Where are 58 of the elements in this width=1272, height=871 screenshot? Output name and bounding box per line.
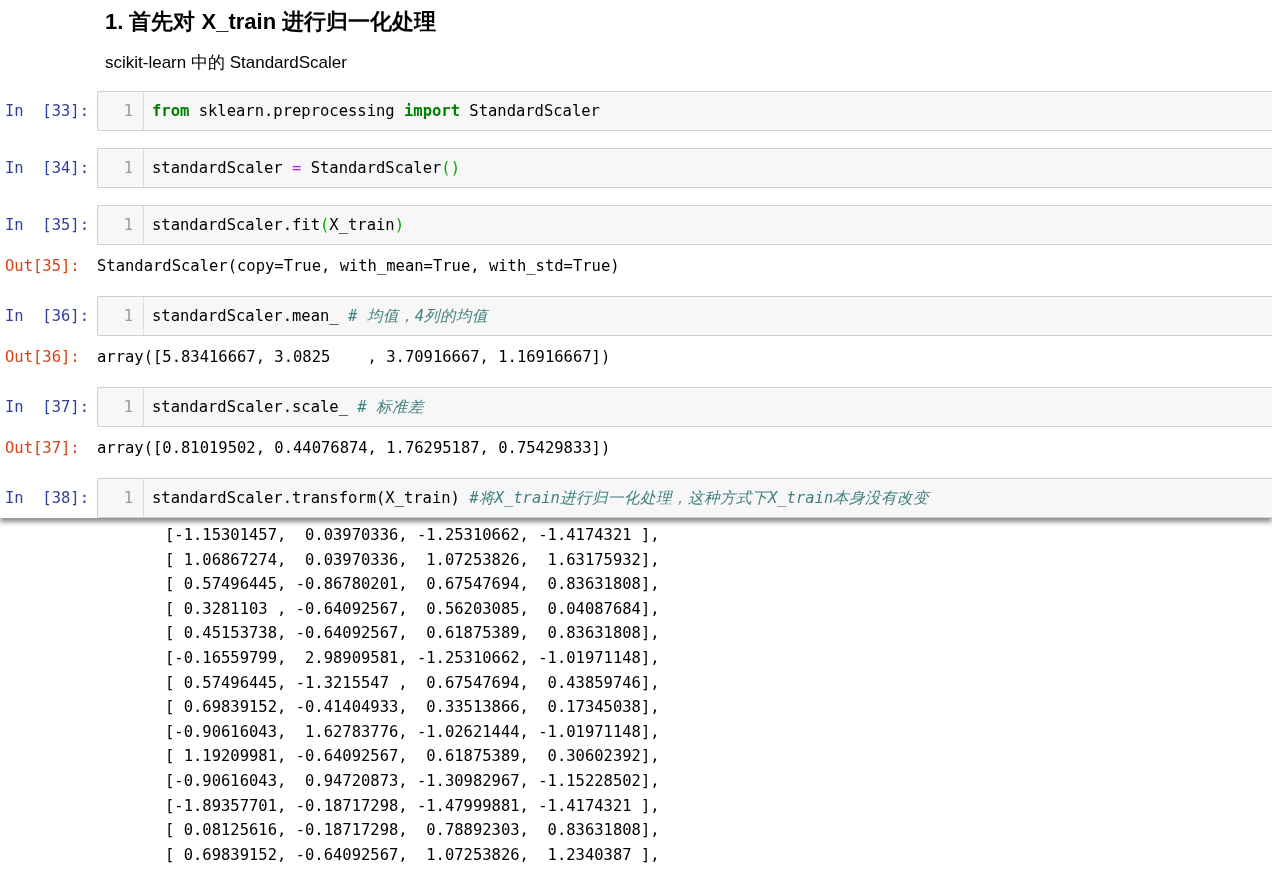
output-prompt: Out[35]:	[4, 257, 81, 275]
code-cell[interactable]: 1 standardScaler.mean_ # 均值，4列的均值	[97, 296, 1272, 336]
input-prompt: In [34]:	[4, 159, 90, 177]
output-prompt: Out[37]:	[4, 439, 81, 457]
input-prompt: In [37]:	[4, 398, 90, 416]
output-prompt: Out[36]:	[4, 348, 81, 366]
input-prompt: In [33]:	[4, 102, 90, 120]
code-token: standardScaler.fit	[152, 216, 320, 234]
output-text: StandardScaler(copy=True, with_mean=True, with_std=True)	[97, 257, 620, 275]
output-line: [ 0.69839152, -0.64092567, 1.07253826, 1.2340387 ],	[165, 844, 660, 866]
output-text: array([5.83416667, 3.0825 , 3.70916667, 1.16916667])	[97, 348, 611, 366]
code-cell[interactable]: 1 from sklearn.preprocessing import StandardScaler	[97, 91, 1272, 131]
code-comment: # 标准差	[357, 396, 424, 418]
input-prompt: In [38]:	[4, 489, 90, 507]
line-number: 1	[98, 92, 144, 130]
section-heading: 1. 首先对 X_train 进行归一化处理	[105, 8, 437, 36]
code-token: import	[403, 102, 460, 120]
code-token: from	[152, 102, 190, 120]
code-token: sklearn.preprocessing	[197, 102, 396, 120]
output-line: [-0.90616043, 1.62783776, -1.02621444, -1.01971148],	[165, 721, 660, 743]
code-token: standardScaler	[152, 159, 284, 177]
code-cell[interactable]: 1 standardScaler.scale_ # 标准差	[97, 387, 1272, 427]
input-prompt: In [36]:	[4, 307, 90, 325]
code-cell[interactable]: 1 standardScaler.fit(X_train)	[97, 205, 1272, 245]
code-cell[interactable]: 1 standardScaler = StandardScaler()	[97, 148, 1272, 188]
input-prompt: In [35]:	[4, 216, 90, 234]
code-comment: #将X_train进行归一化处理，这种方式下X_train本身没有改变	[469, 487, 930, 509]
code-token: =	[292, 159, 302, 177]
line-number: 1	[98, 297, 144, 335]
output-line: [ 0.57496445, -1.3215547 , 0.67547694, 0.43859746],	[165, 672, 660, 694]
output-line: [ 0.45153738, -0.64092567, 0.61875389, 0.83631808],	[165, 623, 660, 645]
code-token: standardScaler.transform(X_train)	[152, 489, 461, 507]
output-line: [ 0.08125616, -0.18717298, 0.78892303, 0.83631808],	[165, 820, 660, 842]
code-token: standardScaler.mean_	[152, 307, 340, 325]
output-line: [-1.15301457, 0.03970336, -1.25310662, -1.4174321 ],	[165, 525, 660, 546]
output-line: [ 1.06867274, 0.03970336, 1.07253826, 1.63175932],	[165, 549, 660, 571]
output-line: [ 0.57496445, -0.86780201, 0.67547694, 0.83631808],	[165, 574, 660, 596]
code-comment: # 均值，4列的均值	[347, 305, 488, 327]
code-token: standardScaler.scale_	[152, 398, 349, 416]
line-number: 1	[98, 206, 144, 244]
code-token: X_train	[329, 216, 395, 234]
code-token: StandardScaler	[309, 159, 442, 177]
line-number: 1	[98, 479, 144, 517]
output-text: array([0.81019502, 0.44076874, 1.76295187, 0.75429833])	[97, 439, 611, 457]
line-number: 1	[98, 388, 144, 426]
output-line: [ 0.3281103 , -0.64092567, 0.56203085, 0.04087684],	[165, 598, 660, 620]
output-line: [-1.89357701, -0.18717298, -1.47999881, -1.4174321 ],	[165, 795, 660, 817]
output-line: [ 0.69839152, -0.41404933, 0.33513866, 0.17345038],	[165, 697, 660, 719]
code-cell[interactable]: 1 standardScaler.transform(X_train) #将X_train进行归一化处理，这种方式下X_train本身没有改变	[97, 478, 1272, 518]
output-line: [ 1.19209981, -0.64092567, 0.61875389, 0.30602392],	[165, 746, 660, 768]
output-line: [-0.90616043, 0.94720873, -1.30982967, -1.15228502],	[165, 770, 660, 792]
code-token: ()	[441, 159, 460, 177]
code-token: StandardScaler	[468, 102, 600, 120]
code-token: )	[394, 216, 404, 234]
code-token: (	[320, 216, 330, 234]
output-line: [-0.16559799, 2.98909581, -1.25310662, -1.01971148],	[165, 647, 660, 669]
line-number: 1	[98, 149, 144, 187]
paragraph: scikit-learn 中的 StandardScaler	[105, 52, 347, 74]
